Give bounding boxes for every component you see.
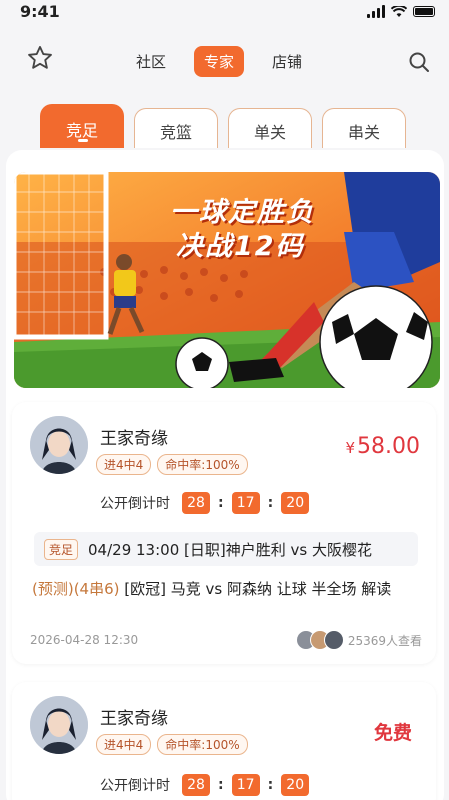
post-date: 2026-04-28 12:30	[30, 633, 139, 647]
hit-rate-badge: 命中率:100%	[157, 734, 248, 755]
avatar[interactable]	[30, 416, 88, 474]
category-jinglan[interactable]: 竞篮	[134, 108, 218, 148]
prediction-title: [欧冠] 马竞 vs 阿森纳 让球 半全场 解读	[119, 580, 392, 598]
viewers: 25369人查看	[295, 630, 422, 650]
expert-name: 王家奇缘	[100, 709, 168, 729]
countdown-minutes: 17	[231, 774, 260, 796]
top-nav: 社区 专家 店铺	[0, 40, 449, 84]
countdown-seconds: 20	[281, 774, 310, 796]
countdown-label: 公开倒计时	[100, 496, 170, 512]
category-single[interactable]: 单关	[228, 108, 312, 148]
viewer-count: 25369人查看	[347, 633, 422, 648]
status-bar: 9:41	[0, 0, 449, 26]
prediction-tag: (预测)(4串6)	[32, 580, 120, 598]
prediction-text[interactable]: (预测)(4串6) [欧冠] 马竞 vs 阿森纳 让球 半全场 解读	[32, 578, 391, 599]
search-icon[interactable]	[407, 50, 431, 74]
banner-title-line2: 决战12码	[176, 231, 305, 262]
expert-card[interactable]: 王家奇缘 进4中4 命中率:100% 免费 公开倒计时 28 : 17 : 20	[12, 682, 436, 800]
star-icon[interactable]	[26, 44, 54, 72]
tab-store[interactable]: 店铺	[266, 47, 308, 76]
currency-symbol: ¥	[345, 439, 356, 457]
countdown-label: 公开倒计时	[100, 778, 170, 794]
battery-icon	[413, 6, 435, 17]
countdown-minutes: 17	[231, 492, 260, 514]
status-time: 9:41	[20, 2, 60, 21]
nav-tabs: 社区 专家 店铺	[130, 46, 308, 77]
signal-icon	[367, 5, 385, 18]
match-tag: 竞足	[44, 538, 79, 560]
tab-expert[interactable]: 专家	[194, 46, 245, 77]
countdown-hours: 28	[182, 774, 210, 796]
expert-badges: 进4中4 命中率:100%	[96, 734, 248, 755]
category-tabs: 竞足 竞篮 单关 串关	[40, 104, 406, 148]
countdown-hours: 28	[182, 492, 210, 514]
hit-rate-badge: 命中率:100%	[157, 454, 248, 475]
expert-badges: 进4中4 命中率:100%	[96, 454, 248, 475]
streak-badge: 进4中4	[96, 734, 152, 755]
price: ¥58.00	[345, 434, 420, 459]
price-free: 免费	[373, 722, 412, 744]
avatar[interactable]	[30, 696, 88, 754]
category-jingzu[interactable]: 竞足	[40, 104, 124, 148]
promo-banner[interactable]: 一球定胜负 决战12码	[14, 172, 440, 388]
match-text: 04/29 13:00 [日职]神户胜利 vs 大阪樱花	[88, 540, 372, 559]
wifi-icon	[391, 5, 407, 17]
price-value: 58.00	[357, 434, 420, 459]
countdown: 公开倒计时 28 : 17 : 20	[100, 774, 310, 796]
expert-card[interactable]: 王家奇缘 进4中4 命中率:100% ¥58.00 公开倒计时 28 : 17 …	[12, 402, 436, 664]
status-icons	[367, 5, 435, 18]
viewer-avatars	[295, 630, 344, 650]
category-parlay[interactable]: 串关	[322, 108, 406, 148]
streak-badge: 进4中4	[96, 454, 152, 475]
tab-community[interactable]: 社区	[130, 47, 172, 76]
countdown: 公开倒计时 28 : 17 : 20	[100, 492, 310, 514]
card-footer: 2026-04-28 12:30 25369人查看	[30, 630, 422, 650]
expert-name: 王家奇缘	[100, 429, 168, 449]
match-row[interactable]: 竞足 04/29 13:00 [日职]神户胜利 vs 大阪樱花	[34, 532, 418, 566]
countdown-seconds: 20	[281, 492, 310, 514]
